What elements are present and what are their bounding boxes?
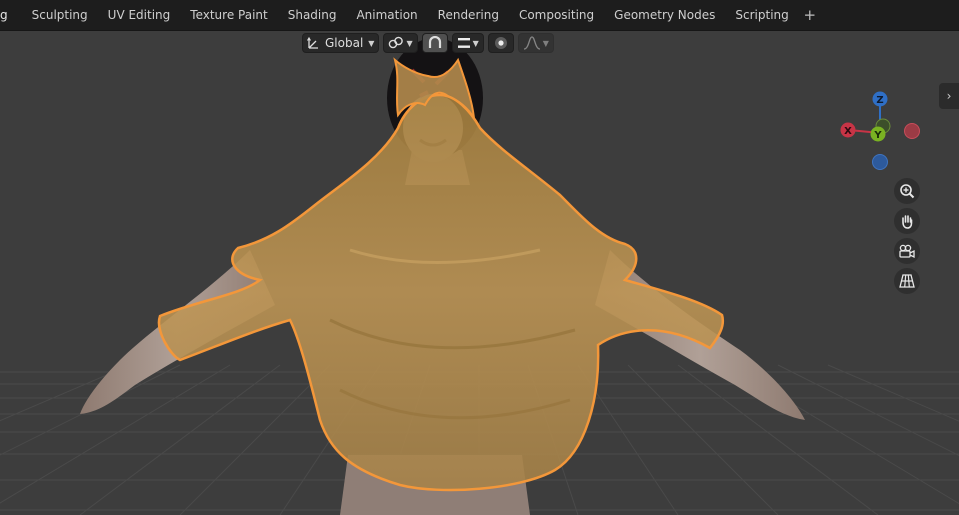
cloth-mesh [157, 93, 725, 492]
viewport-scene [0, 38, 959, 515]
sidebar-toggle-button[interactable]: › [939, 83, 959, 109]
tab-label: Texture Paint [190, 8, 268, 22]
tab-label: Scripting [735, 8, 789, 22]
gizmo-neg-x-handle[interactable] [904, 123, 920, 139]
pivot-link-icon [389, 36, 404, 49]
tab-uv-editing[interactable]: UV Editing [98, 0, 181, 31]
camera-view-icon [899, 244, 915, 259]
chevron-down-icon: ▼ [406, 38, 413, 48]
tab-label: Rendering [437, 8, 499, 22]
pivot-point-dropdown[interactable]: ▼ [383, 33, 418, 53]
tab-label: g [0, 8, 8, 22]
chevron-down-icon: ▼ [472, 38, 479, 48]
proportional-edit-icon [494, 37, 507, 49]
tab-geometry-nodes[interactable]: Geometry Nodes [604, 0, 725, 31]
chevron-down-icon: ▼ [542, 38, 549, 48]
gizmo-z-label: Z [876, 95, 883, 106]
tab-layout[interactable]: g [0, 0, 16, 31]
proportional-editing-toggle[interactable] [487, 33, 514, 53]
pan-button[interactable] [894, 208, 920, 234]
tab-texture-paint[interactable]: Texture Paint [180, 0, 277, 31]
hand-icon [902, 215, 913, 229]
zoom-button[interactable] [894, 178, 920, 204]
tab-label: Sculpting [31, 8, 88, 22]
tab-label: Compositing [518, 8, 595, 22]
add-workspace-button[interactable]: + [799, 0, 821, 31]
3d-viewport[interactable] [0, 31, 959, 515]
transform-orientation-dropdown[interactable]: Global ▼ [302, 33, 380, 53]
tab-animation[interactable]: Animation [346, 0, 427, 31]
transform-orientation-icon [307, 36, 318, 49]
snap-target-dropdown[interactable]: ▼ [451, 33, 484, 53]
zoom-magnifier-icon [900, 184, 915, 199]
gizmo-x-label: X [844, 126, 852, 137]
tab-label: Shading [287, 8, 337, 22]
navigation-gizmo[interactable]: Z X Y [836, 88, 926, 174]
snap-magnet-icon [428, 36, 441, 48]
perspective-toggle-button[interactable] [894, 268, 920, 294]
chevron-right-icon: › [946, 89, 952, 103]
grid-perspective-icon [899, 274, 915, 288]
camera-view-button[interactable] [894, 238, 920, 264]
gizmo-y-label: Y [873, 130, 882, 141]
viewport-header-tools: Global ▼ ▼ ▼ ▼ [302, 32, 554, 54]
falloff-curve-icon [523, 36, 540, 50]
proportional-falloff-dropdown[interactable]: ▼ [517, 33, 554, 53]
tab-rendering[interactable]: Rendering [428, 0, 509, 31]
tab-sculpting[interactable]: Sculpting [22, 0, 98, 31]
tab-label: UV Editing [107, 8, 171, 22]
tab-label: Animation [356, 8, 418, 22]
tab-scripting[interactable]: Scripting [725, 0, 798, 31]
transform-orientation-label: Global [325, 36, 364, 50]
snap-toggle-button[interactable] [421, 33, 448, 53]
tab-label: Geometry Nodes [614, 8, 716, 22]
workspace-tab-bar: g Sculpting UV Editing Texture Paint Sha… [0, 0, 959, 31]
chevron-down-icon: ▼ [368, 38, 375, 48]
tab-compositing[interactable]: Compositing [509, 0, 604, 31]
gizmo-neg-z-handle[interactable] [872, 154, 888, 170]
snap-increment-icon [457, 38, 470, 48]
tab-shading[interactable]: Shading [278, 0, 347, 31]
